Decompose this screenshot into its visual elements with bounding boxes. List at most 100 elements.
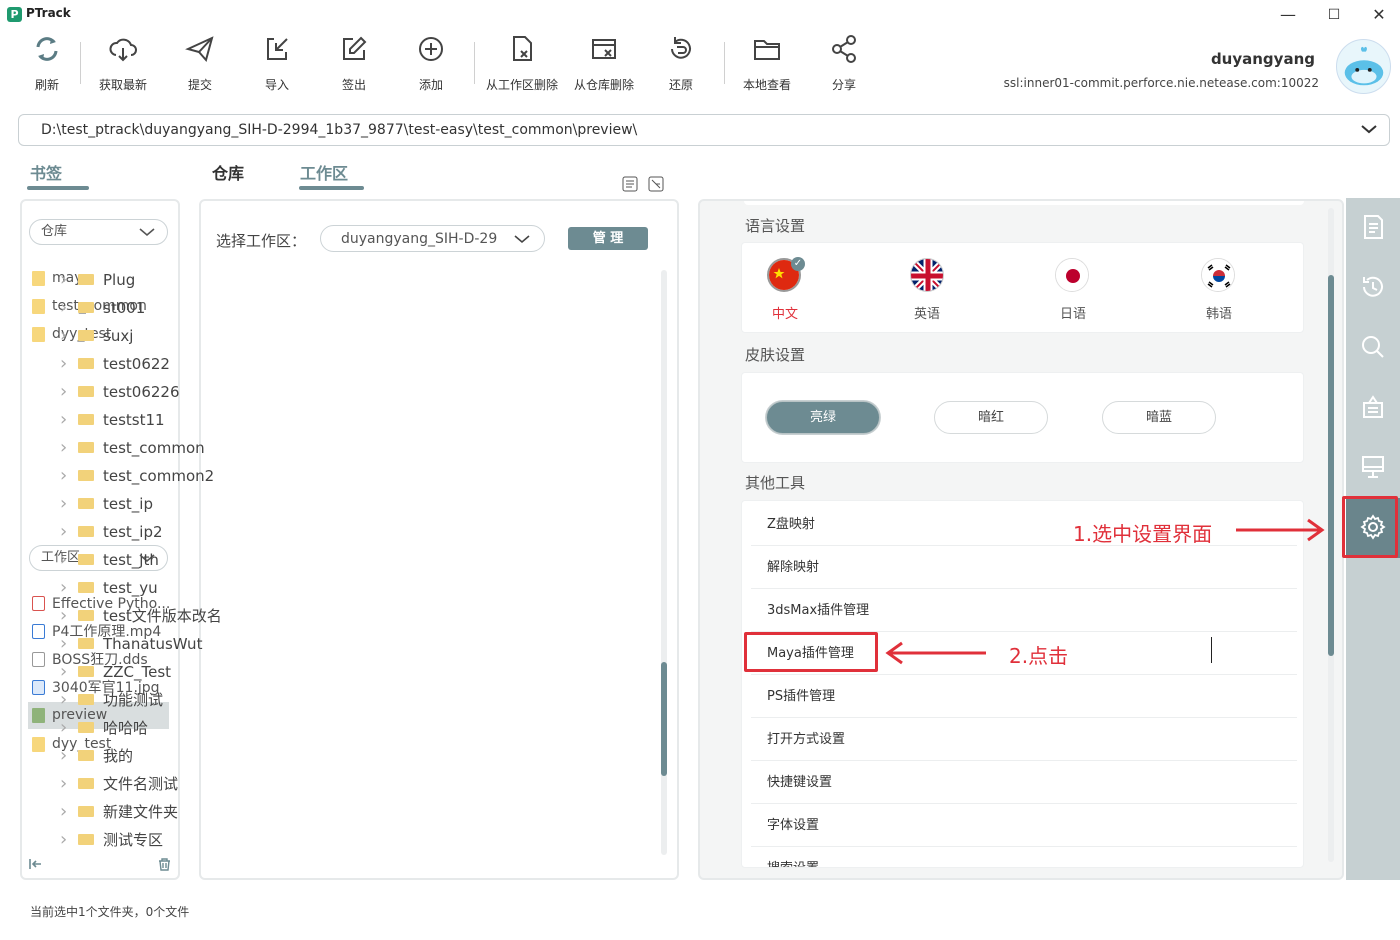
tree-view-icon[interactable] — [648, 176, 664, 192]
tools-card: Z盘映射 解除映射 3dsMax插件管理 Maya插件管理 PS插件管理 打开方… — [741, 500, 1304, 868]
unmap-item[interactable]: 解除映射 — [751, 546, 1297, 589]
uk-flag-icon[interactable] — [910, 258, 944, 292]
open-method-item[interactable]: 打开方式设置 — [751, 718, 1297, 761]
skin-light-green-button[interactable]: 亮绿 — [766, 401, 880, 434]
tree-folder-name: 我的 — [103, 747, 134, 765]
delete-from-repo-button[interactable]: 从仓库删除 — [570, 34, 638, 98]
sidebar-changelist[interactable] — [1346, 198, 1400, 258]
ps-plugin-item[interactable]: PS插件管理 — [751, 675, 1297, 718]
search-settings-item[interactable]: 搜索设置 — [751, 847, 1297, 867]
import-button[interactable]: 导入 — [252, 34, 302, 98]
import-label: 导入 — [264, 78, 289, 92]
korea-flag-icon[interactable] — [1201, 258, 1235, 292]
chevron-right-icon[interactable]: › — [60, 378, 67, 406]
font-settings-item[interactable]: 字体设置 — [751, 804, 1297, 847]
path-selector[interactable]: D:\test_ptrack\duyangyang_SIH-D-2994_1b3… — [18, 114, 1390, 146]
tree-folder-name: 文件名测试 — [103, 775, 179, 793]
other-tools-title: 其他工具 — [745, 474, 806, 492]
local-view-button[interactable]: 本地查看 — [740, 34, 794, 98]
japan-flag-icon[interactable] — [1055, 258, 1089, 292]
z-drive-mapping-item[interactable]: Z盘映射 — [751, 503, 1297, 546]
sidebar-search[interactable] — [1346, 318, 1400, 378]
file-delete-icon — [513, 36, 532, 61]
text-cursor — [1211, 637, 1212, 663]
settings-scrollbar-thumb[interactable] — [1328, 275, 1334, 656]
close-button[interactable]: ✕ — [1365, 4, 1393, 26]
share-button[interactable]: 分享 — [819, 34, 869, 98]
submit-label: 提交 — [187, 78, 212, 92]
current-path: D:\test_ptrack\duyangyang_SIH-D-2994_1b3… — [41, 122, 638, 138]
manage-button[interactable]: 管 理 — [568, 227, 648, 250]
skin-dark-red-button[interactable]: 暗红 — [934, 401, 1048, 434]
sidebar-history[interactable] — [1346, 258, 1400, 318]
folder-icon — [78, 470, 94, 481]
trash-icon[interactable] — [158, 858, 171, 871]
folder-icon — [78, 302, 94, 313]
repo-bookmark-item[interactable]: maya — [30, 265, 170, 291]
maximize-button[interactable]: ☐ — [1320, 4, 1348, 26]
chevron-right-icon[interactable]: › — [60, 294, 67, 322]
share-icon — [832, 35, 856, 63]
refresh-button[interactable]: 刷新 — [22, 34, 72, 98]
revert-button[interactable]: 还原 — [656, 34, 706, 98]
tree-folder-name: test_common — [103, 439, 205, 457]
folder-icon — [78, 442, 94, 453]
chevron-right-icon[interactable]: › — [60, 602, 67, 630]
folder-icon — [754, 40, 780, 60]
shortcut-settings-item[interactable]: 快捷键设置 — [751, 761, 1297, 804]
chevron-right-icon[interactable]: › — [60, 322, 67, 350]
lang-japanese-label[interactable]: 日语 — [1033, 303, 1113, 322]
skin-dark-blue-button[interactable]: 暗蓝 — [1102, 401, 1216, 434]
chevron-right-icon[interactable]: › — [60, 826, 67, 854]
sidebar-monitor[interactable] — [1346, 438, 1400, 498]
chevron-down-icon — [139, 228, 155, 237]
tree-scrollbar-thumb[interactable] — [661, 662, 667, 776]
chevron-right-icon[interactable]: › — [60, 798, 67, 826]
tab-workspace[interactable]: 工作区 — [300, 160, 348, 184]
3dsmax-plugin-item[interactable]: 3dsMax插件管理 — [751, 589, 1297, 632]
delete-from-workspace-button[interactable]: 从工作区删除 — [484, 34, 560, 98]
workspace-select[interactable]: duyangyang_SIH-D-29 — [320, 225, 545, 252]
toolbar: 刷新 获取最新 提交 导入 签出 添加 从工作区删除 从仓库删除 还原 本地查看 — [0, 30, 1010, 102]
chevron-right-icon[interactable]: › — [60, 462, 67, 490]
chevron-right-icon[interactable]: › — [60, 658, 67, 686]
chevron-right-icon[interactable]: › — [60, 630, 67, 658]
get-latest-button[interactable]: 获取最新 — [93, 34, 153, 98]
chevron-right-icon[interactable]: › — [60, 490, 67, 518]
minimize-button[interactable]: — — [1274, 4, 1302, 26]
avatar[interactable] — [1336, 39, 1391, 94]
chevron-right-icon[interactable]: › — [60, 546, 67, 574]
list-view-icon[interactable] — [622, 176, 638, 192]
submit-button[interactable]: 提交 — [175, 34, 225, 98]
add-label: 添加 — [418, 78, 443, 92]
chevron-right-icon[interactable]: › — [60, 350, 67, 378]
chevron-right-icon[interactable]: › — [60, 518, 67, 546]
tree-folder-name: testst11 — [103, 411, 165, 429]
search-icon — [1362, 336, 1384, 358]
tree-folder-name: 功能测试 — [103, 691, 164, 709]
chevron-right-icon[interactable]: › — [60, 266, 67, 294]
sidebar-clipboard[interactable] — [1346, 378, 1400, 438]
repo-dropdown[interactable]: 仓库 — [29, 219, 168, 245]
chevron-right-icon[interactable]: › — [60, 742, 67, 770]
folder-icon — [78, 274, 94, 285]
tab-bookmarks[interactable]: 书签 — [30, 160, 62, 184]
collapse-icon[interactable] — [28, 858, 42, 870]
chevron-right-icon[interactable]: › — [60, 770, 67, 798]
chevron-right-icon[interactable]: › — [60, 574, 67, 602]
chevron-right-icon[interactable]: › — [60, 714, 67, 742]
chevron-right-icon[interactable]: › — [60, 686, 67, 714]
repo-bookmark-item[interactable]: test_common — [30, 293, 170, 319]
add-button[interactable]: 添加 — [406, 34, 456, 98]
lang-chinese-label[interactable]: 中文 — [745, 303, 825, 322]
chevron-right-icon[interactable]: › — [60, 434, 67, 462]
lang-korean-label[interactable]: 韩语 — [1179, 303, 1259, 322]
chevron-right-icon[interactable]: › — [60, 406, 67, 434]
tab-repo[interactable]: 仓库 — [212, 160, 244, 184]
lang-english-label[interactable]: 英语 — [887, 303, 967, 322]
checkout-button[interactable]: 签出 — [329, 34, 379, 98]
chevron-down-icon[interactable] — [1361, 123, 1377, 135]
workspace-bookmark-item[interactable]: dyy_test — [30, 731, 170, 757]
document-icon — [1364, 215, 1383, 239]
repo-bookmark-item[interactable]: dyy_test — [30, 321, 170, 347]
